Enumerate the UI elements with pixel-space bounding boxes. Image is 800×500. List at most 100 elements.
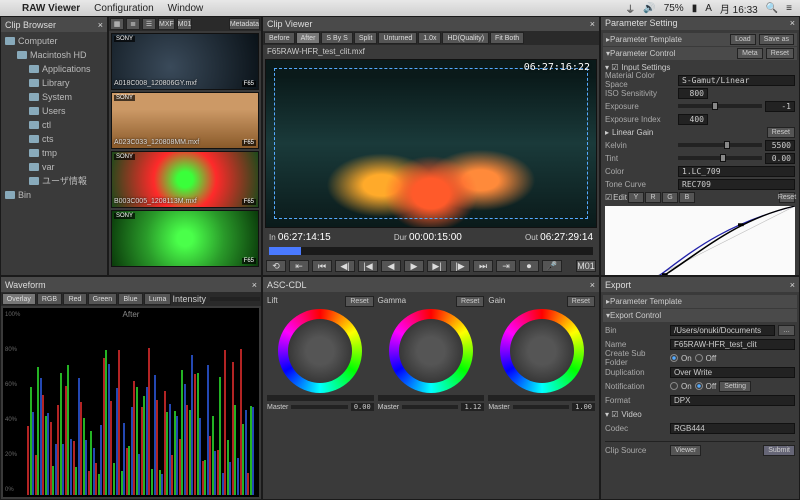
mark-button[interactable]: ⏺ — [519, 260, 539, 272]
fit-select[interactable]: Fit Both — [490, 32, 524, 44]
play-back-button[interactable]: ◀ — [381, 260, 401, 272]
export-template-section[interactable]: ▸ Parameter Template — [603, 295, 797, 308]
tree-item[interactable]: ctl — [5, 118, 103, 132]
view-grid-button[interactable]: ▦ — [110, 18, 124, 30]
menu-window[interactable]: Window — [168, 3, 204, 14]
waveform-tab-red[interactable]: Red — [63, 293, 87, 305]
goto-start-button[interactable]: ⇤ — [289, 260, 309, 272]
clip-thumbnail[interactable]: SONYA018C008_120806GY.mxfF65 — [111, 33, 259, 90]
clip-thumbnail[interactable]: SONYA023C033_120808MM.mxfF65 — [111, 92, 259, 149]
curve-y-tab[interactable]: Y — [628, 192, 644, 203]
export-control-section[interactable]: ▾ Export Control — [603, 309, 797, 322]
master-value[interactable]: 1.00 — [572, 403, 595, 411]
waveform-tab-overlay[interactable]: Overlay — [2, 293, 36, 305]
tint-value[interactable]: 0.00 — [765, 153, 795, 164]
waveform-tab-rgb[interactable]: RGB — [37, 293, 63, 305]
color-wheel[interactable] — [278, 309, 362, 393]
browse-button[interactable]: … — [778, 325, 795, 336]
colorspace-select[interactable]: S-Gamut/Linear — [678, 75, 795, 86]
kelvin-slider[interactable] — [678, 143, 762, 147]
metadata-button[interactable]: Metadata — [229, 18, 260, 30]
intensity-slider[interactable] — [210, 297, 260, 301]
goto-end-button[interactable]: ⇥ — [496, 260, 516, 272]
out-timecode[interactable]: 06:27:29:14 — [540, 232, 593, 243]
zoom-select[interactable]: 1.0x — [418, 32, 441, 44]
name-field[interactable]: F65RAW-HFR_test_clit — [670, 339, 795, 350]
tree-item[interactable]: var — [5, 160, 103, 174]
next-frame-button[interactable]: ▶| — [427, 260, 447, 272]
reset-button[interactable]: Reset — [456, 296, 484, 307]
curve-b-tab[interactable]: B — [679, 192, 695, 203]
subfolder-off-radio[interactable] — [695, 354, 703, 362]
master-slider[interactable] — [402, 405, 458, 409]
exposure-value[interactable]: -1 — [765, 101, 795, 112]
tree-item[interactable]: Users — [5, 104, 103, 118]
reset-button[interactable]: Reset — [779, 192, 795, 203]
prev-frame-button[interactable]: |◀ — [358, 260, 378, 272]
loop-button[interactable]: ⟲ — [266, 260, 286, 272]
color-select[interactable]: 1.LC_709 — [678, 166, 795, 177]
dur-timecode[interactable]: 00:00:15:00 — [409, 232, 462, 243]
close-icon[interactable]: × — [790, 18, 795, 28]
tree-item[interactable]: Library — [5, 76, 103, 90]
waveform-tab-blue[interactable]: Blue — [118, 293, 143, 305]
notif-on-radio[interactable] — [670, 382, 678, 390]
split-button[interactable]: Split — [354, 32, 378, 44]
volume-icon[interactable]: 🔊 — [643, 3, 655, 14]
tree-item[interactable]: tmp — [5, 146, 103, 160]
bin-field[interactable]: /Users/onuki/Documents — [670, 325, 775, 336]
quality-select[interactable]: HD(Quality) — [442, 32, 489, 44]
master-value[interactable]: 0.00 — [351, 403, 374, 411]
rewind-button[interactable]: ⏮ — [312, 260, 332, 272]
cdl-slider[interactable] — [378, 395, 485, 401]
view-list-button[interactable]: ≣ — [126, 18, 140, 30]
tree-item[interactable]: Macintosh HD — [5, 48, 103, 62]
sbs-button[interactable]: S By S — [321, 32, 352, 44]
scrubber[interactable] — [269, 247, 593, 255]
forward-button[interactable]: ⏭ — [473, 260, 493, 272]
lineargain-section[interactable]: Linear Gain — [612, 128, 653, 137]
tree-item[interactable]: System — [5, 90, 103, 104]
view-detail-button[interactable]: ☰ — [142, 18, 156, 30]
menu-configuration[interactable]: Configuration — [94, 3, 153, 14]
close-icon[interactable]: × — [590, 19, 595, 29]
tone-curve-graph[interactable] — [605, 206, 795, 275]
master-slider[interactable] — [513, 405, 569, 409]
before-button[interactable]: Before — [264, 32, 295, 44]
mxf-filter[interactable]: MXF — [158, 18, 175, 30]
reset-button[interactable]: Reset — [766, 48, 794, 59]
m01-button[interactable]: M01 — [576, 260, 596, 272]
load-button[interactable]: Load — [730, 34, 756, 45]
tree-item[interactable]: Bin — [5, 188, 103, 202]
tonecurve-select[interactable]: REC709 — [678, 179, 795, 190]
master-value[interactable]: 1.12 — [461, 403, 484, 411]
color-wheel[interactable] — [389, 309, 473, 393]
dup-select[interactable]: Over Write — [670, 367, 795, 378]
waveform-canvas[interactable]: After 100%80%60%40%20%0% — [3, 308, 259, 497]
format-select[interactable]: DPX — [670, 395, 795, 406]
viewer-canvas[interactable]: 06:27:16:22 — [265, 59, 597, 229]
notif-off-radio[interactable] — [695, 382, 703, 390]
curve-g-tab[interactable]: G — [662, 192, 678, 203]
audio-button[interactable]: 🎤 — [542, 260, 562, 272]
m01-filter[interactable]: M01 — [177, 18, 193, 30]
clipsource-viewer-button[interactable]: Viewer — [670, 445, 701, 456]
close-icon[interactable]: × — [252, 280, 257, 290]
play-button[interactable]: ▶ — [404, 260, 424, 272]
param-control-section[interactable]: ▾ Parameter ControlMetaReset — [603, 47, 797, 60]
subfolder-on-radio[interactable] — [670, 354, 678, 362]
app-name[interactable]: RAW Viewer — [22, 3, 80, 14]
notif-icon[interactable]: ≡ — [786, 3, 792, 14]
video-section[interactable]: Video — [621, 410, 641, 419]
reset-button[interactable]: Reset — [345, 296, 373, 307]
notif-setting-button[interactable]: Setting — [719, 381, 751, 392]
master-slider[interactable] — [291, 405, 347, 409]
reset-button[interactable]: Reset — [567, 296, 595, 307]
clip-thumbnail[interactable]: SONYB003C005_1208113M.mxfF65 — [111, 151, 259, 208]
color-wheel[interactable] — [500, 309, 584, 393]
spotlight-icon[interactable]: 🔍 — [766, 3, 778, 14]
reset-button[interactable]: Reset — [767, 127, 795, 138]
close-icon[interactable]: × — [790, 280, 795, 290]
waveform-tab-luma[interactable]: Luma — [144, 293, 172, 305]
param-template-section[interactable]: ▸ Parameter TemplateLoadSave as — [603, 33, 797, 46]
